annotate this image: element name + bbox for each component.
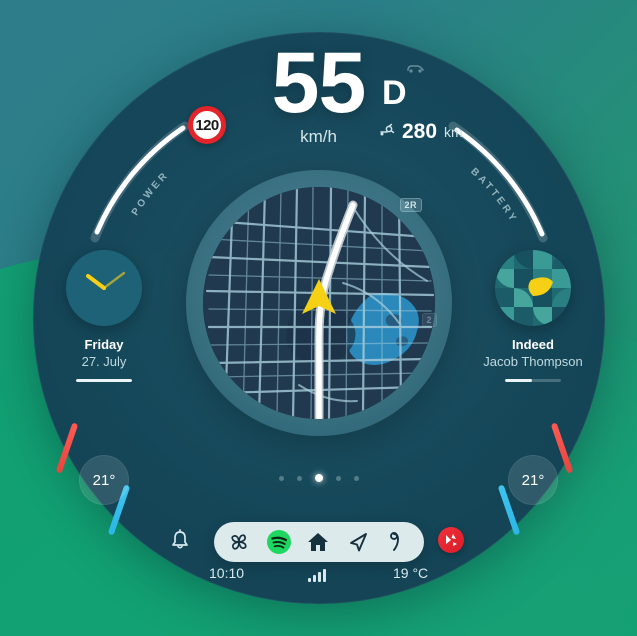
temperature-button-left[interactable]: 21° [79,455,129,505]
navigation-map[interactable]: 2R 2 [185,170,452,436]
drive-info: D 280 km [378,76,508,144]
media-now-playing-widget[interactable]: Indeed Jacob Thompson [473,250,593,382]
climate-control-left[interactable]: 21° [44,420,164,540]
range-display: 280 km [378,120,508,144]
page-dot-active[interactable] [314,474,323,482]
analog-clock-icon [66,250,142,326]
heat-bar-left[interactable] [55,422,79,474]
page-indicator[interactable] [278,474,359,482]
traffic-alert-icon[interactable] [438,527,464,553]
speed-limit-value: 120 [195,116,219,134]
track-artist: Jacob Thompson [483,354,583,369]
status-time: 10:10 [209,565,245,581]
phone-icon[interactable] [383,527,413,557]
clock-date-label: 27. July [81,354,127,369]
map-disc[interactable] [202,187,435,419]
track-title: Indeed [512,337,554,352]
app-dock[interactable] [213,522,424,562]
page-dot[interactable] [335,475,341,481]
climate-fan-icon[interactable] [224,527,254,557]
notification-bell-icon[interactable] [170,529,190,556]
ev-charge-icon [378,123,395,142]
track-progress-bar[interactable] [505,379,561,382]
clock-date-widget[interactable]: Friday 27. July [44,250,164,382]
page-dot[interactable] [296,475,302,481]
navigation-icon[interactable] [343,527,373,557]
page-dot[interactable] [278,475,284,481]
range-unit: km [444,124,463,140]
clock-progress-bar [76,379,132,382]
speed-limit-sign: 120 [188,106,226,144]
album-art-icon [495,250,571,326]
spotify-icon[interactable] [264,527,294,557]
climate-control-right[interactable]: 21° [473,420,593,540]
map-badge: 2R [399,198,423,212]
range-value: 280 [402,120,438,143]
temperature-button-right[interactable]: 21° [508,455,558,505]
status-outside-temp: 19 °C [393,565,429,581]
clock-day-label: Friday [84,337,124,352]
map-graphics [202,187,435,419]
home-icon[interactable] [303,527,333,557]
signal-bars-icon [308,569,326,582]
gear-indicator: D [382,74,407,112]
page-dot[interactable] [353,475,359,481]
map-badge: 2 [421,313,438,327]
